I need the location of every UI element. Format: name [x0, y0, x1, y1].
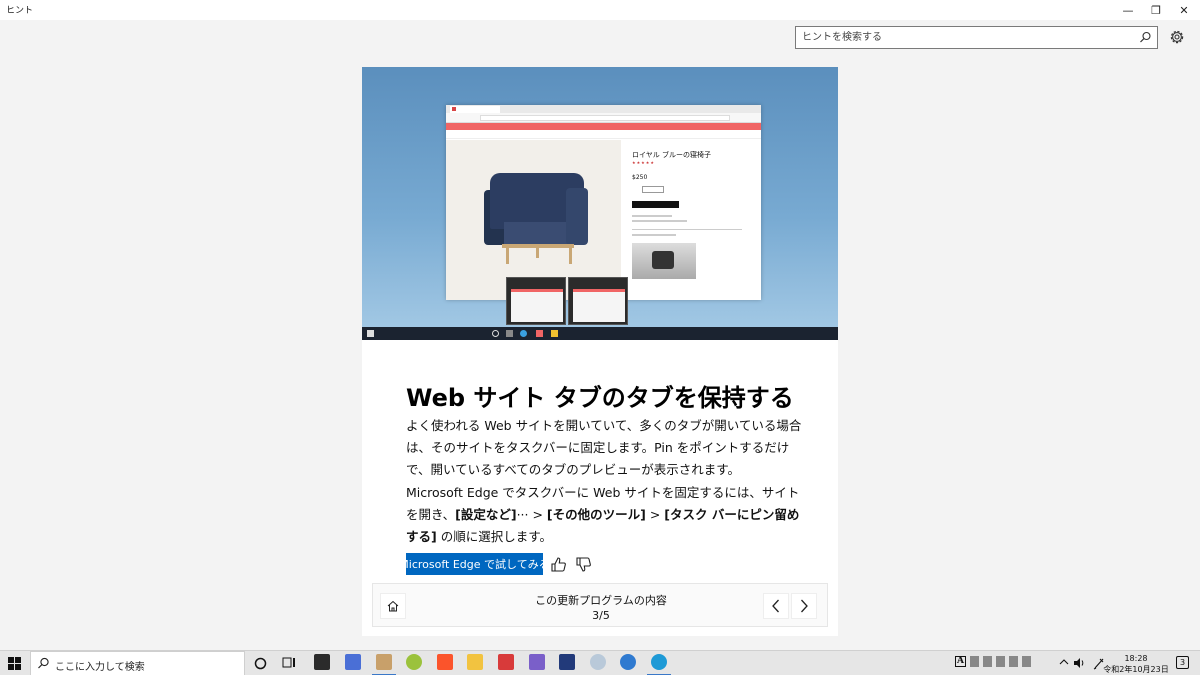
globe-app-icon[interactable]	[406, 654, 422, 670]
footer-section-title: この更新プログラムの内容	[535, 594, 667, 607]
brave-browser-icon[interactable]	[437, 654, 453, 670]
restore-button[interactable]: ❐	[1142, 0, 1170, 20]
task-view-icon[interactable]	[282, 656, 296, 669]
cortana-icon[interactable]	[254, 657, 267, 670]
window-title: ヒント	[6, 6, 34, 16]
taskbar-search-box[interactable]: ここに入力して検索	[30, 651, 245, 675]
product-price: $250	[632, 174, 648, 181]
browser-illustration: ロイヤル ブルーの寝椅子 ★★★★★ $250	[446, 105, 761, 300]
windows-start-icon[interactable]	[8, 657, 21, 670]
tab-preview-2	[568, 277, 628, 325]
search-box	[795, 26, 1158, 49]
windows-taskbar: ここに入力して検索 A 18:28 令和2年10月23日 3	[0, 650, 1200, 675]
previous-tip-button[interactable]	[763, 593, 789, 619]
ime-icon-1[interactable]	[970, 656, 979, 667]
tip-paragraph-2: Microsoft Edge でタスクバーに Web サイトを固定するには、サイ…	[406, 485, 800, 544]
title-bar: ヒント — ❐ ✕	[0, 0, 1200, 20]
product-title: ロイヤル ブルーの寝椅子	[632, 151, 712, 159]
try-in-edge-button[interactable]: Microsoft Edge で試してみる	[399, 553, 550, 575]
audio-app-icon[interactable]	[498, 654, 514, 670]
sphere-app-icon[interactable]	[590, 654, 606, 670]
close-button[interactable]: ✕	[1170, 0, 1198, 20]
show-hidden-icons-chevron-icon[interactable]	[1059, 658, 1069, 666]
thumbs-down-icon[interactable]	[575, 556, 592, 573]
music-app-icon[interactable]	[620, 654, 636, 670]
settings-gear-icon[interactable]	[1168, 28, 1186, 46]
notification-center-icon[interactable]: 3	[1176, 656, 1189, 669]
footer-page-indicator: 3/5	[592, 609, 610, 622]
search-icon[interactable]	[1139, 31, 1152, 44]
ime-mode-icon[interactable]: A	[955, 656, 966, 667]
archive-app-icon[interactable]	[372, 654, 396, 675]
taskbar-search-icon	[38, 657, 49, 669]
photos-app-icon[interactable]	[345, 654, 361, 670]
tip-paragraph-1: よく使われる Web サイトを開いていて、多くのタブが開いている場合は、そのサイ…	[406, 418, 802, 477]
volume-icon[interactable]	[1073, 657, 1086, 669]
ime-icon-4[interactable]	[1009, 656, 1018, 667]
chevron-left-icon	[772, 599, 779, 613]
tip-card: ロイヤル ブルーの寝椅子 ★★★★★ $250 Web サイト タブのタブを保持…	[362, 67, 838, 636]
store-app-icon[interactable]	[314, 654, 330, 670]
ime-icon-2[interactable]	[983, 656, 992, 667]
ime-icon-5[interactable]	[1022, 656, 1031, 667]
chair-image	[446, 140, 621, 300]
taskbar-search-placeholder: ここに入力して検索	[55, 662, 145, 673]
calendar-app-icon[interactable]	[529, 654, 545, 670]
search-input[interactable]	[796, 27, 1126, 48]
minimize-button[interactable]: —	[1114, 0, 1142, 20]
tip-hero-image: ロイヤル ブルーの寝椅子 ★★★★★ $250	[362, 67, 838, 340]
thumbs-up-icon[interactable]	[550, 556, 567, 573]
product-stars: ★★★★★	[632, 160, 655, 165]
illustration-taskbar	[362, 327, 838, 340]
tool-app-icon[interactable]	[559, 654, 575, 670]
taskbar-clock-date[interactable]: 令和2年10月23日	[1102, 664, 1170, 675]
taskbar-clock-time[interactable]: 18:28	[1116, 654, 1156, 663]
next-tip-button[interactable]	[791, 593, 817, 619]
tab-preview-1	[506, 277, 566, 325]
file-explorer-icon[interactable]	[467, 654, 483, 670]
chevron-right-icon	[801, 599, 808, 613]
ime-icon-3[interactable]	[996, 656, 1005, 667]
tip-navigation-footer: この更新プログラムの内容 3/5	[372, 583, 828, 627]
tips-app-icon[interactable]	[647, 654, 671, 675]
tip-headline: Web サイト タブのタブを保持する	[406, 384, 794, 412]
